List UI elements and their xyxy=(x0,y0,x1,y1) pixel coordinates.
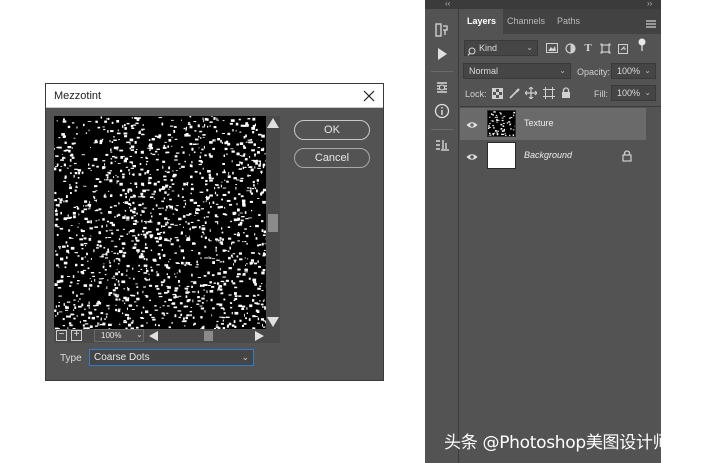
dialog-titlebar[interactable]: Mezzotint xyxy=(46,84,383,108)
image-filter-icon[interactable] xyxy=(546,42,558,54)
fill-field[interactable]: 100% ⌄ xyxy=(611,85,656,101)
collapse-icon[interactable]: ‹‹ xyxy=(445,0,450,8)
close-icon[interactable] xyxy=(359,86,379,106)
photoshop-panel-dock: ‹‹ ›› Layers Channels Paths Kind ⌄ T Nor… xyxy=(425,0,661,463)
chevron-down-icon[interactable]: ⌄ xyxy=(136,330,143,339)
opacity-value: 100% xyxy=(617,66,641,76)
blend-mode-value: Normal xyxy=(469,66,499,76)
eye-icon[interactable] xyxy=(466,118,478,130)
ok-button[interactable]: OK xyxy=(294,120,370,140)
filter-toggle-icon[interactable] xyxy=(636,38,648,51)
eye-icon[interactable] xyxy=(466,150,478,162)
opacity-field[interactable]: 100% ⌄ xyxy=(611,63,656,79)
search-icon xyxy=(467,43,476,61)
lock-position-icon[interactable] xyxy=(525,87,537,99)
lock-all-icon[interactable] xyxy=(560,87,572,99)
paragraph-icon[interactable] xyxy=(433,79,451,97)
blend-mode-select[interactable]: Normal ⌄ xyxy=(463,63,571,79)
scroll-down-arrow-icon[interactable] xyxy=(267,317,279,327)
type-dropdown[interactable]: Coarse Dots ⌄ xyxy=(89,349,254,366)
layer-comps-icon[interactable] xyxy=(433,136,451,154)
vertical-scroll-thumb[interactable] xyxy=(268,214,278,232)
layer-row-background[interactable]: Background xyxy=(460,140,646,172)
lock-image-pixels-icon[interactable] xyxy=(508,87,520,99)
tab-channels[interactable]: Channels xyxy=(500,9,552,34)
lock-artboard-icon[interactable] xyxy=(543,87,555,99)
cancel-button[interactable]: Cancel xyxy=(294,148,370,168)
tab-paths[interactable]: Paths xyxy=(550,9,587,34)
plus-icon[interactable]: + xyxy=(71,330,82,341)
type-value: Coarse Dots xyxy=(94,352,150,363)
zoom-value: 100% xyxy=(101,331,122,340)
chevron-down-icon[interactable]: ⌄ xyxy=(644,86,651,100)
chevron-down-icon: ⌄ xyxy=(526,43,533,52)
type-filter-icon[interactable]: T xyxy=(582,42,594,54)
tab-layers[interactable]: Layers xyxy=(460,9,504,34)
horizontal-scroll-thumb[interactable] xyxy=(204,331,213,341)
info-icon[interactable] xyxy=(433,102,451,120)
layer-thumbnail-background xyxy=(487,142,516,169)
scroll-right-arrow-icon[interactable] xyxy=(255,331,264,341)
lock-icon[interactable] xyxy=(622,149,632,162)
panel-menu-icon[interactable] xyxy=(646,16,656,28)
chevron-down-icon: ⌄ xyxy=(241,352,249,362)
vertical-scrollbar[interactable] xyxy=(266,116,280,329)
zoom-bar: − + 100% ⌄ xyxy=(54,329,280,343)
opacity-label: Opacity: xyxy=(577,67,611,77)
panel-icon-strip xyxy=(425,9,459,463)
adjustment-filter-icon[interactable] xyxy=(564,42,576,54)
expand-icon[interactable]: ›› xyxy=(647,0,652,8)
filter-kind-value: Kind xyxy=(479,43,498,53)
dialog-title: Mezzotint xyxy=(54,90,102,102)
layers-panel: Layers Channels Paths Kind ⌄ T Normal ⌄ … xyxy=(460,9,661,463)
play-icon[interactable] xyxy=(433,45,451,63)
toolbar-divider xyxy=(431,71,453,72)
lock-transparent-pixels-icon[interactable] xyxy=(491,87,503,99)
filter-preview[interactable] xyxy=(54,116,270,331)
panel-tabbar: Layers Channels Paths xyxy=(460,9,661,34)
smart-object-filter-icon[interactable] xyxy=(617,42,629,54)
minus-icon[interactable]: − xyxy=(56,330,67,341)
chevron-down-icon[interactable]: ⌄ xyxy=(644,64,651,78)
history-icon[interactable] xyxy=(433,21,451,39)
toolbar-divider xyxy=(431,129,453,130)
lock-label: Lock: xyxy=(465,89,487,99)
fill-label: Fill: xyxy=(594,89,608,99)
chevron-down-icon: ⌄ xyxy=(559,66,566,75)
watermark-text: 头条 @Photoshop美图设计师 xyxy=(444,433,670,453)
layer-name[interactable]: Background xyxy=(524,150,572,160)
layer-name[interactable]: Texture xyxy=(524,118,554,128)
scroll-up-arrow-icon[interactable] xyxy=(267,118,279,128)
shape-filter-icon[interactable] xyxy=(599,42,611,54)
layer-row-texture[interactable]: Texture xyxy=(460,108,646,140)
mezzotint-dialog: Mezzotint − + 100% ⌄ Type Coarse Dots ⌄ … xyxy=(45,83,384,381)
layer-list: Texture Background xyxy=(460,106,661,170)
scroll-left-arrow-icon[interactable] xyxy=(149,331,158,341)
layer-thumbnail-texture xyxy=(487,110,517,137)
dock-header: ‹‹ ›› xyxy=(425,0,661,9)
fill-value: 100% xyxy=(617,88,641,98)
type-label: Type xyxy=(60,353,82,364)
